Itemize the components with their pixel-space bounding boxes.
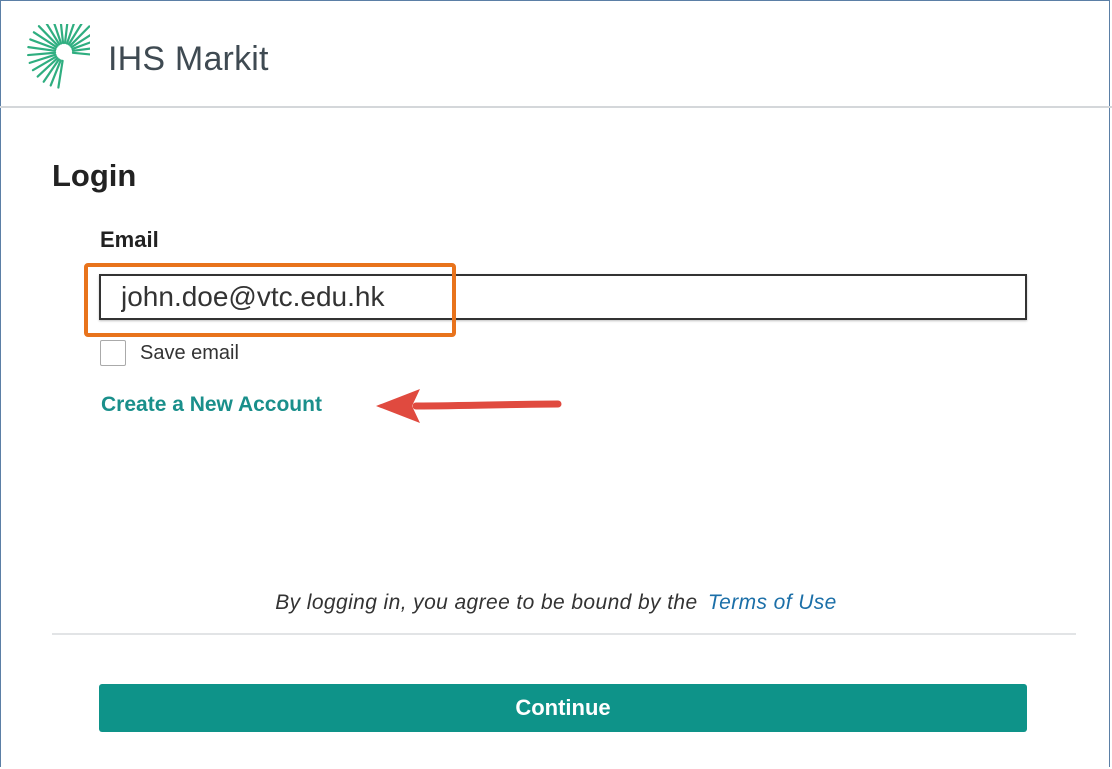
continue-button[interactable]: Continue	[99, 684, 1027, 732]
email-field[interactable]	[99, 274, 1027, 320]
divider	[52, 633, 1076, 635]
create-account-link[interactable]: Create a New Account	[101, 393, 322, 417]
page-title: Login	[52, 158, 137, 193]
terms-text: By logging in, you agree to be bound by …	[275, 591, 698, 614]
header-bar: IHS Markit	[0, 0, 1112, 108]
sunburst-logo-icon	[27, 24, 90, 89]
save-email-label[interactable]: Save email	[140, 342, 239, 365]
annotation-arrow-icon	[376, 389, 562, 423]
terms-of-use-link[interactable]: Terms of Use	[704, 591, 837, 614]
email-label: Email	[100, 227, 159, 252]
window-frame	[0, 0, 1110, 767]
save-email-checkbox[interactable]	[100, 340, 126, 366]
terms-notice: By logging in, you agree to be bound by …	[0, 591, 1112, 615]
brand-name: IHS Markit	[108, 40, 269, 78]
